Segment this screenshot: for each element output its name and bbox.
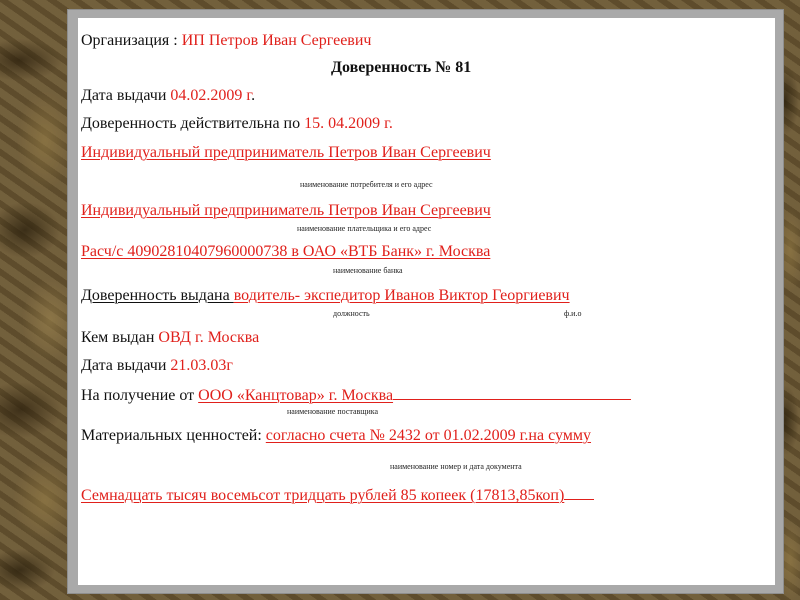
- issued-by-label: Кем выдан: [81, 329, 159, 346]
- payer-line: Индивидуальный предприниматель Петров Ив…: [81, 202, 491, 220]
- passport-date-value: 21.03.03г: [170, 357, 233, 374]
- issued-by-value: ОВД г. Москва: [158, 329, 260, 346]
- validity-value: 15. 04.2009 г.: [304, 115, 393, 132]
- document-title: Доверенность № 81: [331, 59, 472, 76]
- amount-value: Семнадцать тысяч восемьсот тридцать рубл…: [81, 487, 565, 504]
- validity-label: Доверенность действительна по: [81, 115, 305, 132]
- receive-from-fill-line: [393, 385, 632, 400]
- document-caption: наименование номер и дата документа: [390, 462, 522, 471]
- issued-to-line: Доверенность выдана водитель- экспедитор…: [81, 287, 570, 305]
- bank-caption: наименование банка: [333, 266, 403, 275]
- issue-date-dot: .: [251, 87, 256, 104]
- organization-value: ИП Петров Иван Сергеевич: [181, 32, 372, 49]
- receive-from-label: На получение от: [81, 387, 199, 404]
- issued-to-value: водитель- экспедитор Иванов Виктор Георг…: [233, 287, 570, 304]
- organization-label: Организация :: [81, 32, 182, 49]
- consumer-line: Индивидуальный предприниматель Петров Ив…: [81, 144, 491, 162]
- payer-value: Индивидуальный предприниматель Петров Ив…: [81, 202, 491, 219]
- position-caption: должность: [333, 309, 370, 318]
- materials-label: Материальных ценностей:: [81, 427, 266, 444]
- fio-caption: ф.и.о: [564, 309, 582, 318]
- consumer-value: Индивидуальный предприниматель Петров Ив…: [81, 144, 491, 161]
- materials-value: согласно счета № 2432 от 01.02.2009 г.на…: [265, 427, 592, 444]
- receive-from-value: ООО «Канцтовар» г. Москва: [198, 387, 394, 404]
- organization-line: Организация : ИП Петров Иван Сергеевич: [81, 32, 371, 50]
- passport-date-line: Дата выдачи 21.03.03г: [81, 357, 233, 375]
- supplier-caption: наименование поставщика: [287, 407, 379, 416]
- receive-from-line: На получение от ООО «Канцтовар» г. Москв…: [81, 385, 632, 405]
- issue-date-value: 04.02.2009 г: [170, 87, 252, 104]
- consumer-caption: наименование потребителя и его адрес: [300, 180, 433, 189]
- account-value: Расч/с 40902810407960000738 в ОАО «ВТБ Б…: [81, 243, 491, 260]
- issued-by-line: Кем выдан ОВД г. Москва: [81, 329, 259, 347]
- issue-date-line: Дата выдачи 04.02.2009 г.: [81, 87, 255, 105]
- account-line: Расч/с 40902810407960000738 в ОАО «ВТБ Б…: [81, 243, 490, 261]
- issue-date-label: Дата выдачи: [81, 87, 171, 104]
- passport-date-label: Дата выдачи: [81, 357, 171, 374]
- validity-line: Доверенность действительна по 15. 04.200…: [81, 115, 393, 133]
- amount-line: Семнадцать тысяч восемьсот тридцать рубл…: [81, 485, 595, 505]
- issued-to-label: Доверенность выдана: [81, 287, 234, 304]
- amount-fill-line: [564, 485, 595, 500]
- materials-line: Материальных ценностей: согласно счета №…: [81, 427, 591, 445]
- payer-caption: наименование плательщика и его адрес: [297, 224, 432, 233]
